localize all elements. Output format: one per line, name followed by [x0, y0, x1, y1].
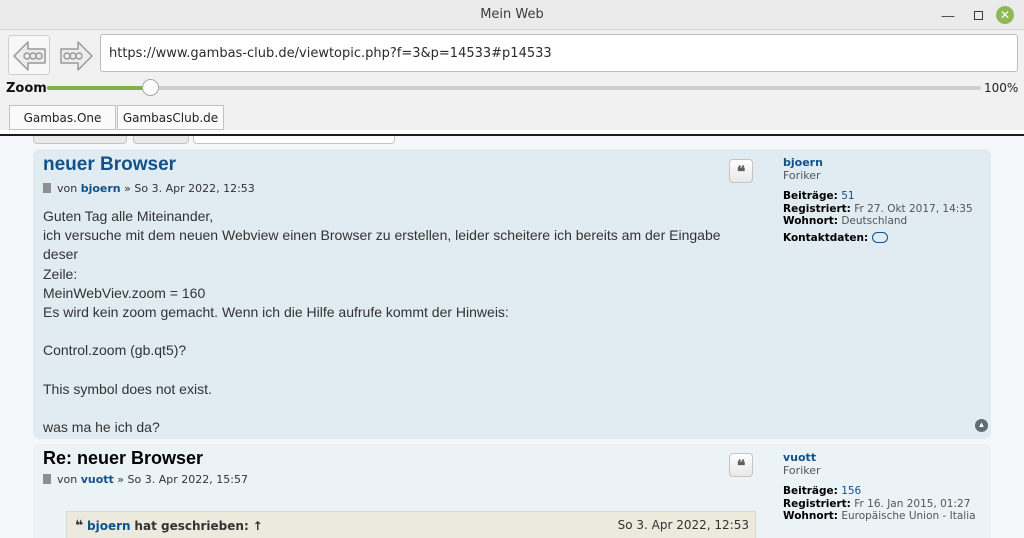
quote-wrote-text: hat geschrieben:	[134, 519, 249, 533]
close-button[interactable]: ✕	[996, 6, 1014, 24]
post-content-line	[43, 322, 753, 341]
zoom-label: Zoom	[6, 81, 47, 96]
registered-label: Registriert:	[783, 497, 851, 510]
post-icon[interactable]	[43, 183, 51, 193]
tab-gambas-one[interactable]: Gambas.One	[9, 105, 116, 130]
profile-username[interactable]: bjoern	[783, 156, 988, 170]
post-content-line: ich versuche mit dem neuen Webview einen…	[43, 227, 725, 263]
profile-rank: Foriker	[783, 168, 821, 182]
post-content-line	[43, 361, 753, 380]
meta-prefix: von	[57, 182, 78, 195]
registered-label: Registriert:	[783, 202, 851, 215]
tools-button-cutoff[interactable]	[133, 136, 189, 144]
url-input[interactable]: https://www.gambas-club.de/viewtopic.php…	[100, 34, 1018, 72]
browser-toolbar: https://www.gambas-club.de/viewtopic.php…	[0, 30, 1024, 130]
reply-button-cutoff[interactable]	[33, 136, 127, 144]
webview[interactable]: neuer Browser von bjoern » So 3. Apr 202…	[0, 136, 1024, 538]
posts-label: Beiträge:	[783, 485, 838, 498]
window-title: Mein Web	[480, 7, 544, 22]
post-author-link[interactable]: vuott	[81, 473, 114, 486]
topic-search-cutoff[interactable]	[193, 136, 395, 144]
post-content-line: Guten Tag alle Miteinander,	[43, 208, 214, 224]
quote-icon: ❝	[736, 162, 746, 181]
post-content-line: Control.zoom (gb.qt5)?	[43, 342, 187, 359]
profile-username[interactable]: vuott	[783, 451, 988, 465]
quote-button[interactable]: ❝	[729, 159, 753, 183]
quoted-user-link[interactable]: bjoern	[87, 519, 131, 533]
posts-count-link[interactable]: 51	[841, 190, 854, 202]
location-label: Wohnort:	[783, 510, 838, 523]
post-meta: von vuott » So 3. Apr 2022, 15:57	[43, 473, 248, 486]
quote-icon: ❝	[736, 456, 746, 475]
posts-label: Beiträge:	[783, 190, 838, 203]
contact-label: Kontaktdaten:	[783, 231, 869, 244]
profile-rank: Foriker	[783, 463, 821, 477]
quoted-block: ❝ bjoern hat geschrieben: ↑ So 3. Apr 20…	[66, 511, 756, 538]
jump-to-post-arrow-icon[interactable]: ↑	[253, 519, 263, 533]
back-arrow-icon	[13, 41, 46, 71]
meta-prefix: von	[57, 473, 78, 486]
forward-button[interactable]	[54, 35, 96, 75]
post: neuer Browser von bjoern » So 3. Apr 202…	[33, 149, 991, 439]
quote-date: So 3. Apr 2022, 12:53	[617, 518, 749, 532]
registered-value: Fr 27. Okt 2017, 14:35	[854, 202, 973, 215]
post-content-line: Es wird kein zoom gemacht. Wenn ich die …	[43, 304, 509, 321]
back-to-top-button[interactable]: ▲	[975, 419, 988, 432]
post-content: Guten Tag alle Miteinander, ich versuche …	[43, 207, 753, 437]
minimize-icon: —	[941, 7, 955, 23]
location-value: Europäische Union - Italia	[841, 510, 976, 523]
quote-mark-icon: ❝	[75, 518, 84, 534]
quote-button[interactable]: ❝	[729, 453, 753, 477]
post-title[interactable]: Re: neuer Browser	[43, 448, 203, 469]
post-content-line: was ma he ich da?	[43, 419, 160, 436]
post-content-line: This symbol does not exist.	[43, 380, 212, 397]
maximize-button[interactable]	[969, 6, 987, 24]
back-button[interactable]	[8, 35, 50, 75]
minimize-button[interactable]: —	[939, 6, 957, 24]
action-bar-cutoff	[33, 136, 395, 144]
maximize-icon	[973, 10, 983, 20]
post-date: » So 3. Apr 2022, 15:57	[117, 473, 248, 486]
post-meta: von bjoern » So 3. Apr 2022, 12:53	[43, 182, 255, 195]
post-icon[interactable]	[43, 474, 51, 484]
post-content-line: MeinWebViev.zoom = 160	[43, 284, 206, 301]
author-profile: vuott Foriker Beiträge: 156 Registriert:…	[783, 451, 988, 523]
zoom-slider-fill	[47, 86, 150, 90]
post-content-line	[43, 399, 753, 418]
post-content-line: Zeile:	[43, 265, 78, 282]
zoom-slider-handle[interactable]	[141, 79, 159, 96]
posts-count-link[interactable]: 156	[841, 485, 861, 497]
tab-gambasclub[interactable]: GambasClub.de	[117, 105, 224, 130]
post: Re: neuer Browser von vuott » So 3. Apr …	[33, 444, 991, 538]
registered-value: Fr 16. Jan 2015, 01:27	[854, 497, 971, 510]
zoom-slider[interactable]	[47, 79, 981, 96]
forward-arrow-icon	[60, 41, 93, 71]
chevron-up-icon: ▲	[977, 420, 986, 429]
close-icon: ✕	[999, 8, 1011, 22]
location-value: Deutschland	[841, 215, 908, 228]
location-label: Wohnort:	[783, 215, 838, 228]
post-author-link[interactable]: bjoern	[81, 182, 121, 195]
window-titlebar[interactable]: Mein Web — ✕	[0, 0, 1024, 30]
post-date: » So 3. Apr 2022, 12:53	[124, 182, 255, 195]
author-profile: bjoern Foriker Beiträge: 51 Registriert:…	[783, 156, 988, 245]
post-title[interactable]: neuer Browser	[43, 154, 176, 176]
contact-speech-icon[interactable]	[872, 231, 889, 243]
zoom-percent: 100%	[984, 81, 1019, 95]
